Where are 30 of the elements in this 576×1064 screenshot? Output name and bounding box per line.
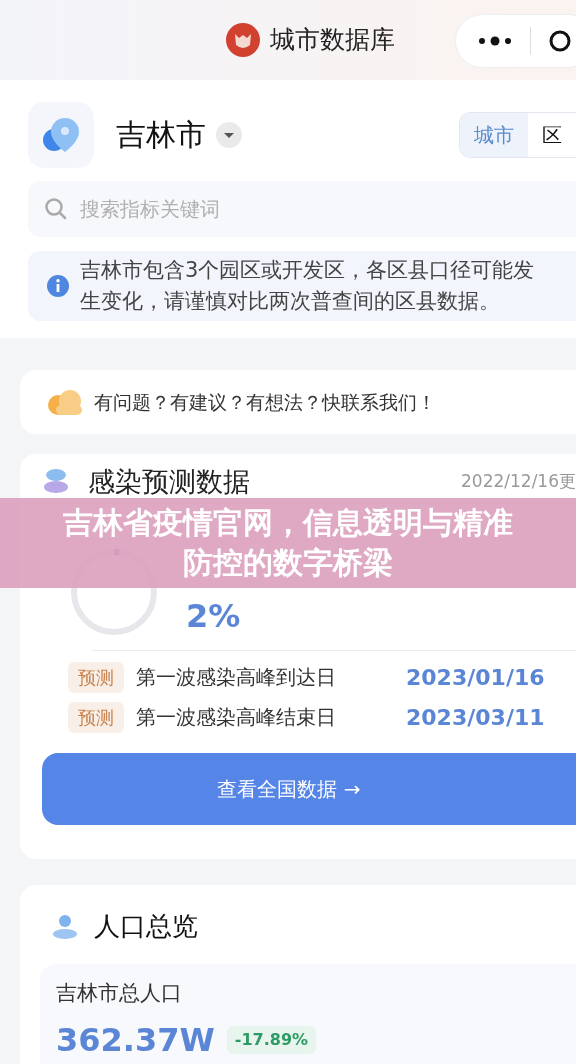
search-icon bbox=[44, 197, 68, 221]
caret-icon[interactable] bbox=[216, 121, 242, 148]
feedback-card[interactable]: 有问题？有建议？有想法？快联系我们！ bbox=[20, 370, 576, 434]
city-name[interactable]: 吉林市 bbox=[116, 112, 206, 157]
change-badge: -17.89% bbox=[226, 1025, 317, 1054]
notice-text: 吉林市包含3个园区或开发区，各区县口径可能发生变化，请谨慎对比两次普查间的区县数据。 bbox=[80, 257, 536, 315]
app-title: 城市数据库 bbox=[270, 24, 395, 57]
event-label: 第一波感染高峰结束日 bbox=[136, 704, 337, 731]
search-field[interactable]: 搜索指标关键词 bbox=[28, 181, 576, 237]
event-date: 2023/01/16 bbox=[406, 663, 545, 692]
capsule-menu[interactable] bbox=[455, 14, 576, 68]
event-label: 第一波感染高峰到达日 bbox=[136, 664, 337, 691]
city-icon bbox=[28, 101, 94, 168]
feedback-text: 有问题？有建议？有想法？快联系我们！ bbox=[94, 389, 436, 415]
info-icon bbox=[46, 274, 70, 298]
people-icon bbox=[52, 912, 80, 941]
stat-label: 吉林市总人口 bbox=[56, 980, 183, 1007]
headline-text: 吉林省疫情官网，信息透明与精准防控的数字桥梁 bbox=[63, 504, 513, 582]
section-title: 人口总览 bbox=[94, 910, 198, 943]
ring-value: 2% bbox=[186, 596, 241, 637]
section-title: 感染预测数据 bbox=[88, 464, 250, 499]
more-icon[interactable] bbox=[478, 36, 512, 46]
logo-icon bbox=[226, 23, 260, 57]
forecast-tag: 预测 bbox=[68, 701, 124, 733]
view-national-button[interactable]: 查看全国数据 → bbox=[42, 753, 576, 825]
update-date: 2022/12/16更 bbox=[461, 470, 576, 494]
forecast-tag: 预测 bbox=[68, 661, 124, 693]
cloud-icon bbox=[46, 388, 84, 416]
event-date: 2023/03/11 bbox=[406, 703, 545, 732]
stat-value: 362.37W bbox=[56, 1019, 215, 1061]
